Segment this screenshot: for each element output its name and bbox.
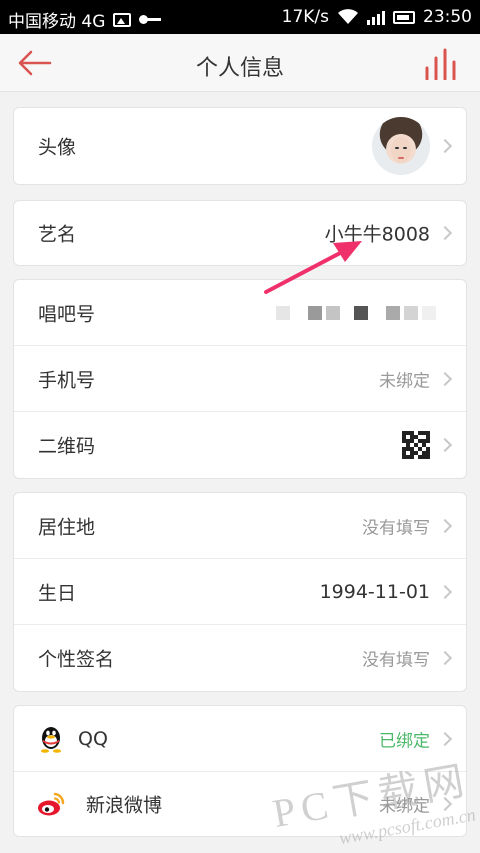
weibo-label: 新浪微博: [86, 794, 163, 817]
stage-name-card: 艺名 小牛牛8008: [13, 200, 467, 266]
qrcode-label: 二维码: [38, 435, 96, 458]
qrcode-icon: [402, 431, 430, 459]
chevron-right-icon: [437, 731, 453, 746]
phone-value: 未绑定: [379, 371, 430, 391]
weibo-icon: [38, 792, 65, 816]
account-card: 唱吧号 手机号 未绑定 二维码: [13, 279, 467, 479]
stage-name-label: 艺名: [38, 223, 77, 246]
nav-bar: 个人信息: [0, 34, 480, 92]
wifi-icon: [338, 9, 358, 24]
birthday-row[interactable]: 生日 1994-11-01: [14, 559, 466, 625]
image-icon: [113, 12, 132, 27]
key-icon: [139, 14, 162, 25]
residence-row[interactable]: 居住地 没有填写: [14, 493, 466, 559]
chevron-right-icon: [437, 225, 453, 241]
birthday-label: 生日: [38, 582, 77, 604]
network-speed: 17K/s: [281, 7, 329, 27]
chevron-right-icon: [437, 584, 453, 599]
qq-label: QQ: [78, 727, 108, 750]
qq-penguin-icon: [41, 726, 61, 753]
chevron-right-icon: [437, 518, 453, 533]
status-bar: 中国移动 4G 17K/s 23:50: [0, 0, 480, 34]
birthday-value: 1994-11-01: [319, 580, 430, 603]
avatar-card: 头像: [13, 107, 467, 185]
details-card: 居住地 没有填写 生日 1994-11-01 个性签名 没有填写: [13, 492, 467, 692]
changba-id-row[interactable]: 唱吧号: [14, 280, 466, 346]
clock: 23:50: [423, 7, 472, 27]
qq-value: 已绑定: [379, 731, 430, 751]
stage-name-row[interactable]: 艺名 小牛牛8008: [14, 201, 466, 265]
chevron-right-icon: [437, 138, 453, 154]
signature-value: 没有填写: [362, 650, 430, 671]
qrcode-row[interactable]: 二维码: [14, 412, 466, 478]
changba-id-label: 唱吧号: [38, 303, 96, 325]
residence-value: 没有填写: [362, 518, 430, 538]
chevron-right-icon: [437, 650, 453, 666]
phone-row[interactable]: 手机号 未绑定: [14, 346, 466, 412]
stage-name-value: 小牛牛8008: [324, 223, 430, 246]
carrier-label: 中国移动 4G: [8, 12, 106, 32]
avatar[interactable]: [372, 117, 430, 175]
page-title: 个人信息: [195, 56, 284, 81]
equalizer-icon[interactable]: [422, 48, 462, 80]
battery-icon: [393, 10, 415, 24]
avatar-label: 头像: [38, 136, 77, 159]
residence-label: 居住地: [38, 516, 96, 538]
blurred-id: [276, 305, 436, 320]
signal-icon: [367, 9, 385, 25]
signature-row[interactable]: 个性签名 没有填写: [14, 625, 466, 691]
chevron-right-icon: [437, 437, 453, 453]
signature-label: 个性签名: [38, 648, 115, 671]
chevron-right-icon: [437, 371, 453, 386]
avatar-row[interactable]: 头像: [14, 108, 466, 184]
phone-label: 手机号: [38, 369, 96, 391]
